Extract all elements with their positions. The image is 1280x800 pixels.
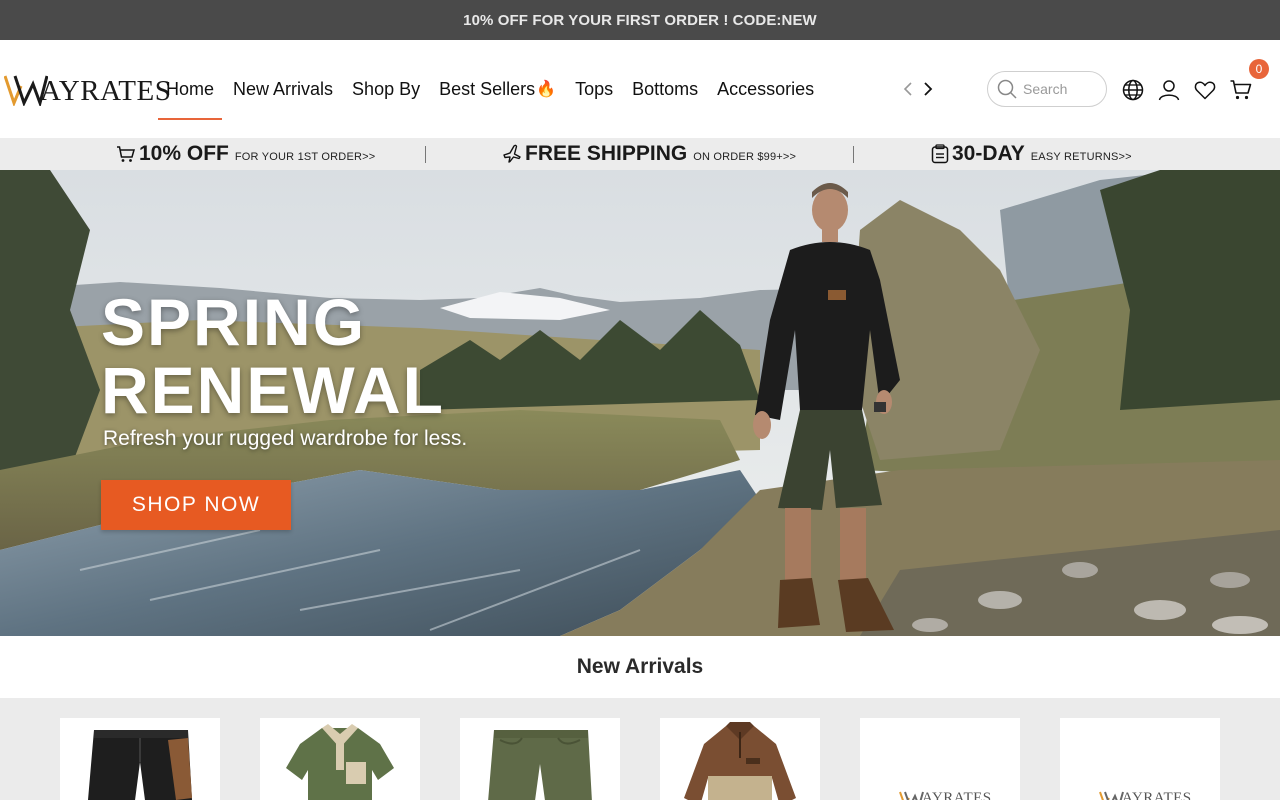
logo-text: AYRATES [40, 75, 172, 107]
nav-item-tops[interactable]: Tops [567, 40, 621, 138]
nav-item-shop-by[interactable]: Shop By [344, 40, 428, 138]
product-image-green-polo [286, 724, 394, 800]
cart-icon [117, 146, 135, 162]
fire-icon: 🔥 [536, 81, 557, 98]
shop-now-label: SHOP NOW [131, 493, 261, 516]
plane-icon [503, 144, 521, 163]
card-logo-text: AYRATES [1122, 790, 1192, 800]
promo-small-text: EASY RETURNS>> [1030, 151, 1132, 163]
logo-w-mark [4, 75, 48, 106]
nav-item-best-sellers[interactable]: Best Sellers 🔥 [431, 40, 564, 138]
cart-icon[interactable] [1229, 78, 1253, 102]
search-box[interactable] [987, 71, 1107, 107]
nav-prev-arrow-icon[interactable] [898, 78, 918, 100]
promo-small-text: ON ORDER $99+>> [693, 151, 797, 163]
nav-next-arrow-icon[interactable] [918, 78, 938, 100]
promo-big-text: FREE SHIPPING [525, 142, 688, 165]
search-input[interactable] [1023, 81, 1101, 97]
promo-first-order[interactable]: 10% OFF FOR YOUR 1ST ORDER>> [116, 138, 375, 170]
nav-item-accessories[interactable]: Accessories [709, 40, 822, 138]
promo-small-text: FOR YOUR 1ST ORDER>> [234, 151, 376, 163]
promo-big-text: 30-DAY [952, 142, 1025, 165]
heart-icon[interactable] [1193, 78, 1217, 102]
user-icon[interactable] [1157, 78, 1181, 102]
announcement-text: 10% OFF FOR YOUR FIRST ORDER ! CODE:NEW [463, 11, 817, 29]
product-card[interactable]: AYRATES [1060, 718, 1220, 800]
product-grid: AYRATES AYRATES [0, 698, 1280, 800]
shop-now-button[interactable]: SHOP NOW [101, 480, 291, 530]
site-logo[interactable]: AYRATES [4, 70, 171, 106]
product-card[interactable] [460, 718, 620, 800]
hero-title-line: SPRING [101, 285, 367, 359]
search-icon [997, 79, 1017, 99]
promo-big-text: 10% OFF [139, 142, 229, 165]
product-card[interactable] [260, 718, 420, 800]
product-logo-placeholder [1099, 791, 1124, 800]
nav-label: Shop By [352, 78, 421, 99]
hero-banner[interactable]: SPRING RENEWAL Refresh your rugged wardr… [0, 170, 1280, 636]
promo-divider [853, 146, 854, 163]
return-box-icon [931, 144, 949, 164]
nav-label: Tops [575, 78, 614, 99]
globe-icon[interactable] [1121, 78, 1145, 102]
nav-label: Accessories [717, 78, 815, 99]
nav-label: New Arrivals [233, 78, 334, 99]
cart-count: 0 [1255, 62, 1263, 76]
product-image-brown-pullover [684, 722, 796, 800]
section-title-text: New Arrivals [576, 655, 704, 678]
site-header: AYRATES Home New Arrivals Shop By Best S… [0, 40, 1280, 138]
nav-item-home[interactable]: Home [158, 40, 223, 138]
hero-title: SPRING RENEWAL [101, 288, 445, 424]
promo-free-shipping[interactable]: FREE SHIPPING ON ORDER $99+>> [502, 138, 796, 170]
promo-strip: 10% OFF FOR YOUR 1ST ORDER>> FREE SHIPPI… [0, 138, 1280, 170]
hero-title-line: RENEWAL [101, 353, 445, 427]
hero-subtitle: Refresh your rugged wardrobe for less. [103, 427, 468, 450]
product-image-black-shorts [88, 730, 192, 800]
nav-label: Best Sellers [439, 78, 536, 99]
promo-returns[interactable]: 30-DAY EASY RETURNS>> [931, 138, 1132, 170]
product-card[interactable] [60, 718, 220, 800]
product-image-olive-shorts [488, 730, 592, 800]
promo-divider [425, 146, 426, 163]
announcement-bar: 10% OFF FOR YOUR FIRST ORDER ! CODE:NEW [0, 0, 1280, 40]
product-card[interactable] [660, 718, 820, 800]
product-logo-placeholder [899, 791, 924, 800]
cart-count-badge: 0 [1249, 59, 1269, 79]
nav-item-bottoms[interactable]: Bottoms [624, 40, 706, 138]
nav-item-new-arrivals[interactable]: New Arrivals [225, 40, 341, 138]
nav-label: Home [166, 78, 215, 99]
new-arrivals-title: New Arrivals [0, 636, 1280, 698]
product-card[interactable]: AYRATES [860, 718, 1020, 800]
main-nav: Home New Arrivals Shop By Best Sellers 🔥 … [158, 40, 822, 138]
card-logo-text: AYRATES [922, 790, 992, 800]
nav-label: Bottoms [632, 78, 699, 99]
